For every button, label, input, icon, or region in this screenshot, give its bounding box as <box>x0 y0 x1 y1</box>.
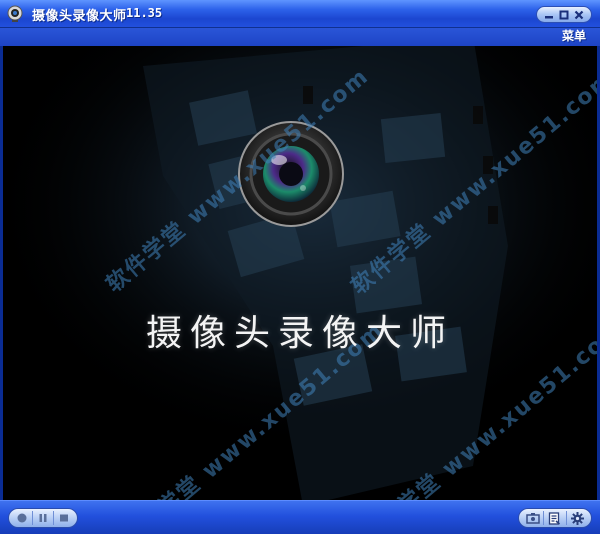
brand-title: 摄像头录像大师 <box>145 313 454 354</box>
file-list-button[interactable] <box>546 510 564 526</box>
stop-icon <box>59 514 68 522</box>
snapshot-button[interactable] <box>524 510 542 526</box>
file-list-icon <box>549 511 561 525</box>
menu-bar: 菜单 <box>0 28 600 46</box>
window-title: 摄像头录像大师 <box>32 9 127 24</box>
menu-button[interactable]: 菜单 <box>562 28 586 44</box>
playback-controls <box>8 508 78 528</box>
maximize-button[interactable] <box>558 9 570 21</box>
separator <box>543 511 545 525</box>
minimize-button[interactable] <box>543 9 555 21</box>
pause-icon <box>39 514 47 522</box>
webcam-app-icon <box>7 5 23 22</box>
record-icon <box>17 513 27 523</box>
minimize-icon <box>544 15 553 18</box>
snapshot-icon <box>526 513 540 524</box>
title-bar[interactable]: 摄像头录像大师 11.35 <box>0 0 600 28</box>
bottom-control-bar <box>0 500 600 534</box>
app-window: 摄像头录像大师 11.35 菜单 软件学堂 www.xue51.com 软件学堂… <box>0 0 600 534</box>
tool-controls <box>518 508 592 528</box>
maximize-icon <box>559 10 569 19</box>
settings-button[interactable] <box>568 510 586 526</box>
video-viewport[interactable]: 软件学堂 www.xue51.com 软件学堂 www.xue51.com 软件… <box>3 46 597 500</box>
close-icon <box>575 10 584 19</box>
settings-icon <box>570 511 584 525</box>
window-version: 11.35 <box>126 6 163 20</box>
close-button[interactable] <box>573 9 585 21</box>
separator <box>565 511 567 525</box>
record-button[interactable] <box>13 510 31 526</box>
pause-button[interactable] <box>34 510 52 526</box>
stop-button[interactable] <box>55 510 73 526</box>
window-controls <box>536 6 592 23</box>
